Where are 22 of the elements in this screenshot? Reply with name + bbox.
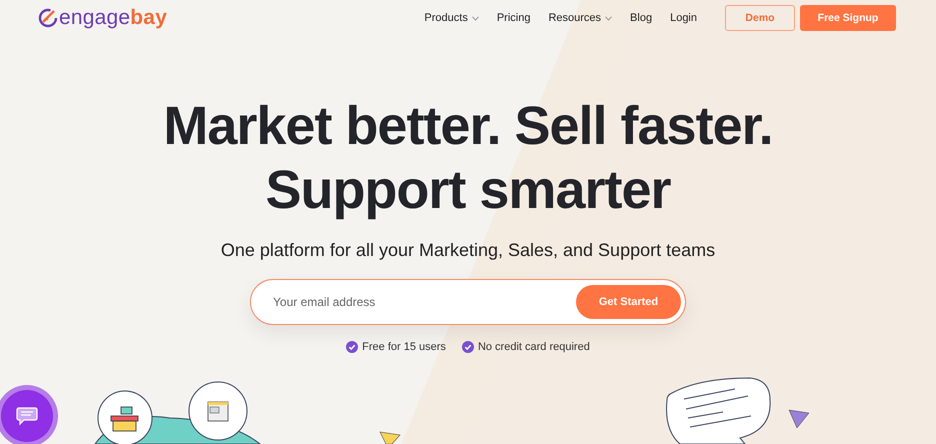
nav-link[interactable]: Resources xyxy=(548,12,616,24)
nav-link[interactable]: Blog xyxy=(630,12,656,24)
check-icon xyxy=(462,341,474,353)
triangle-shape xyxy=(788,410,810,428)
browser-window-icon xyxy=(188,382,248,440)
nav-link[interactable]: Products xyxy=(424,12,483,24)
brand-name[interactable]: engagebay xyxy=(59,6,168,30)
subtitle: One platform for all your Marketing, Sales, and Support teams xyxy=(220,240,716,261)
perk-text: No credit card required xyxy=(478,341,590,353)
headline: Market better. Sell faster. xyxy=(163,95,773,158)
nav-link[interactable]: Pricing xyxy=(496,12,534,24)
chat-icon xyxy=(16,406,38,426)
perk-text: Free for 15 users xyxy=(362,341,446,353)
headline: Support smarter xyxy=(265,159,671,222)
logo-icon xyxy=(38,8,58,28)
nav-link[interactable]: Login xyxy=(670,12,701,24)
caret-icon xyxy=(605,16,612,20)
desk-icon xyxy=(98,390,152,444)
check-icon xyxy=(346,341,358,353)
triangle-shape xyxy=(379,432,401,444)
chat-button[interactable] xyxy=(1,390,53,442)
caret-icon xyxy=(472,16,479,20)
